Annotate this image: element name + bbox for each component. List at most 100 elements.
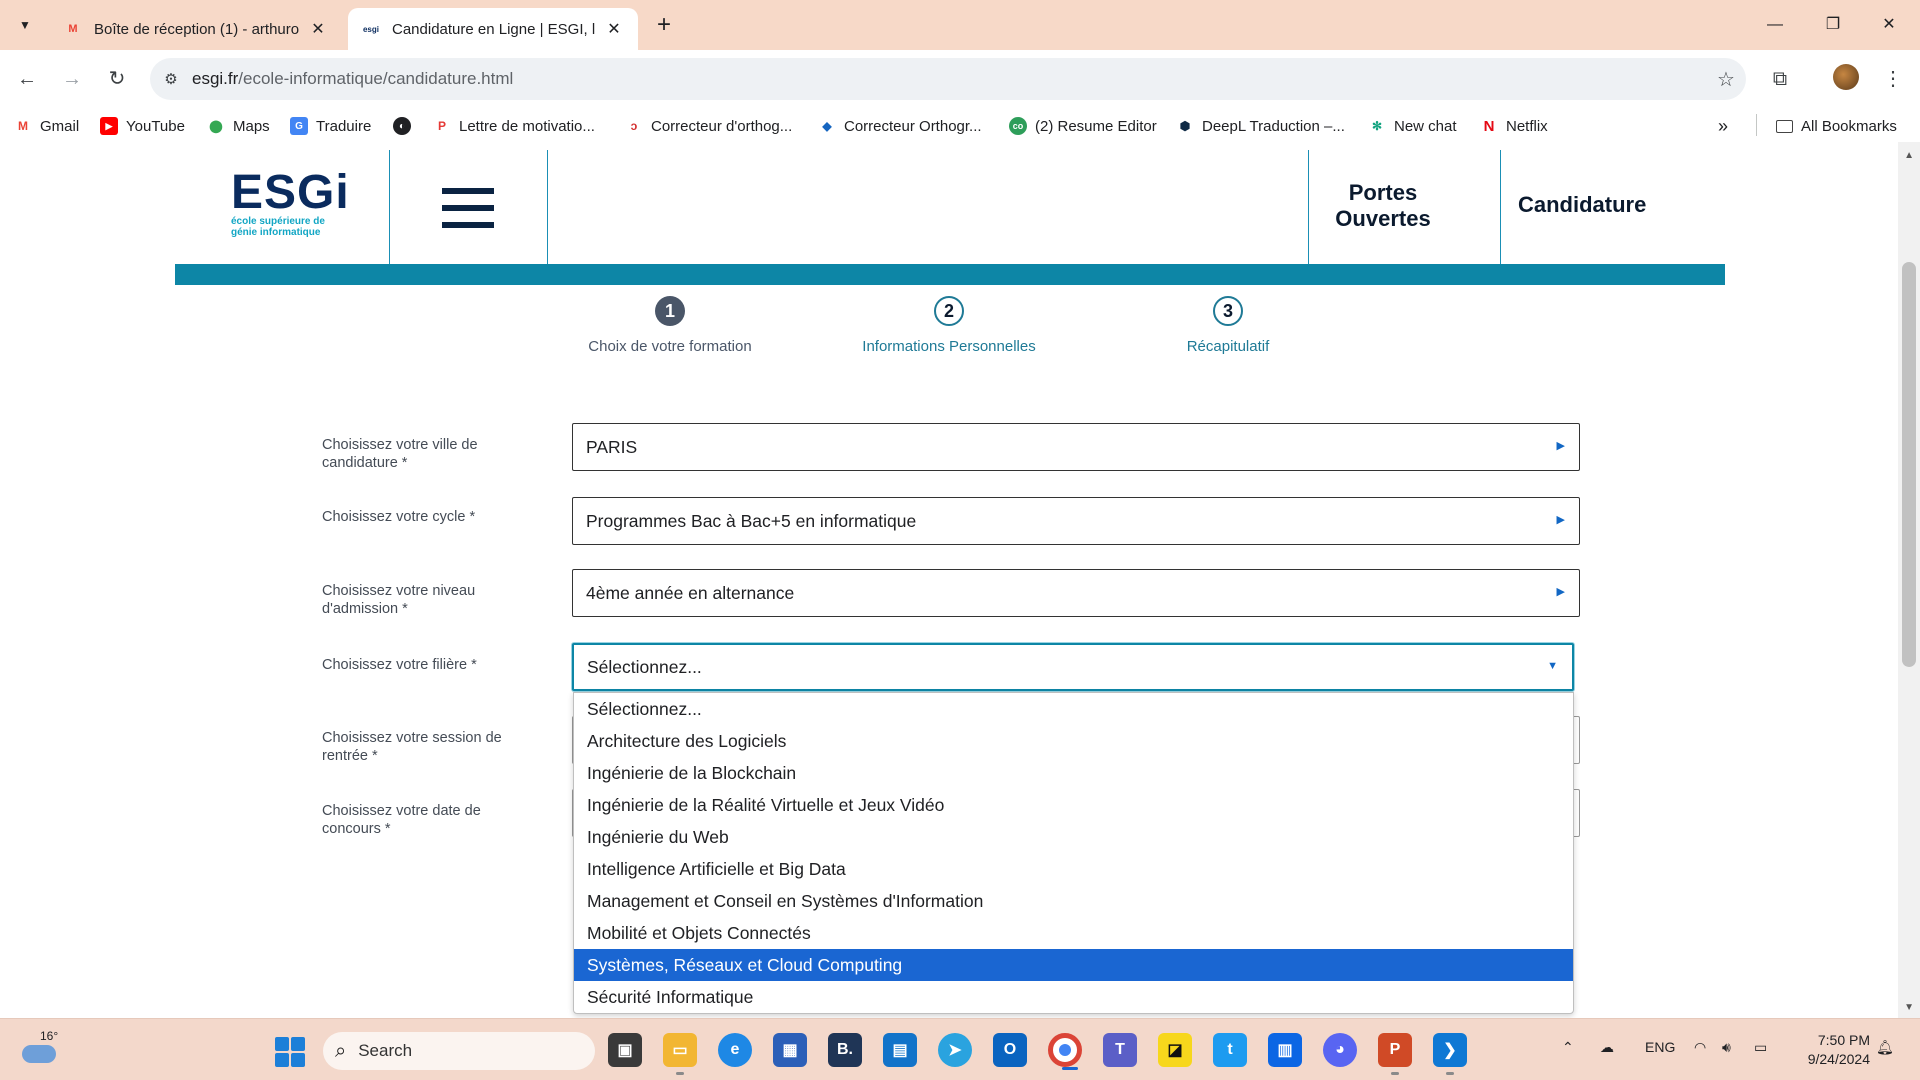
booking-icon[interactable]: B. <box>828 1033 862 1067</box>
search-icon: ⌕ <box>335 1039 347 1062</box>
screen-app-icon[interactable]: ▤ <box>883 1033 917 1067</box>
filiere-option[interactable]: Ingénierie du Web <box>574 821 1573 853</box>
edge-icon[interactable]: e <box>718 1033 752 1067</box>
notification-bell-icon[interactable]: 🔔︎ <box>1876 1039 1894 1056</box>
reload-button[interactable]: ↻ <box>102 64 132 94</box>
address-bar[interactable]: ⚙ esgi.fr/ecole-informatique/candidature… <box>150 58 1746 100</box>
back-button[interactable]: ← <box>12 64 42 94</box>
gmail-icon: M <box>18 119 28 133</box>
taskbar-search[interactable]: ⌕ Search <box>323 1032 595 1070</box>
discord-icon[interactable]: ◕ <box>1323 1033 1357 1067</box>
menu-icon[interactable]: ⋮ <box>1878 64 1908 94</box>
chevron-up-icon[interactable]: ⌃ <box>1562 1039 1574 1056</box>
portes-ouvertes-link[interactable]: Portes Ouvertes <box>1310 180 1456 232</box>
tab-esgi-candidature[interactable]: esgi Candidature en Ligne | ESGI, l'É ✕ <box>348 8 638 50</box>
step-number: 3 <box>1213 296 1243 326</box>
esgi-logo[interactable]: ESGi école supérieure de génie informati… <box>231 169 351 239</box>
bookmark-correcteur-2[interactable]: ◆ Correcteur Orthogr... <box>818 114 981 138</box>
all-bookmarks-button[interactable]: All Bookmarks <box>1776 114 1897 138</box>
chatgpt-icon: ✻ <box>1371 119 1383 133</box>
teams-icon[interactable]: T <box>1103 1033 1137 1067</box>
forward-button[interactable]: → <box>57 64 87 94</box>
header-divider <box>547 150 548 264</box>
bookmark-correcteur-1[interactable]: ↄ Correcteur d'orthog... <box>625 114 793 138</box>
scroll-up-arrow-icon[interactable]: ▲ <box>1904 150 1914 161</box>
file-explorer-icon[interactable]: ▭ <box>663 1033 697 1075</box>
site-settings-icon[interactable]: ⚙ <box>150 70 192 88</box>
filiere-option[interactable]: Mobilité et Objets Connectés <box>574 917 1573 949</box>
bookmark-new-chat[interactable]: ✻ New chat <box>1368 114 1457 138</box>
bookmark-label: All Bookmarks <box>1801 117 1897 135</box>
hamburger-menu-icon[interactable] <box>442 188 494 228</box>
system-clock[interactable]: 7:50 PM 9/24/2024 <box>1790 1031 1870 1069</box>
filiere-select[interactable]: Sélectionnez... ▼ <box>572 643 1574 691</box>
bookmark-resume-editor[interactable]: co (2) Resume Editor <box>1009 114 1157 138</box>
step-2: 2 Informations Personnelles <box>819 296 1079 355</box>
close-window-button[interactable]: ✕ <box>1866 10 1912 40</box>
filiere-option[interactable]: Ingénierie de la Réalité Virtuelle et Je… <box>574 789 1573 821</box>
bookmark-label: DeepL Traduction –... <box>1202 117 1345 135</box>
profile-avatar[interactable] <box>1833 64 1859 90</box>
task-view-icon[interactable]: ▣ <box>608 1033 642 1067</box>
bookmark-deepl[interactable]: ⬢ DeepL Traduction –... <box>1176 114 1345 138</box>
powerpoint-icon[interactable]: P <box>1378 1033 1412 1075</box>
bookmark-gmail[interactable]: M Gmail <box>14 114 79 138</box>
translate-icon: G <box>290 117 308 135</box>
filiere-option[interactable]: Sélectionnez... <box>574 693 1573 725</box>
niveau-select[interactable]: 4ème année en alternance ▶ <box>572 569 1580 617</box>
filiere-option-highlighted[interactable]: Systèmes, Réseaux et Cloud Computing <box>574 949 1573 981</box>
telegram-icon[interactable]: ➤ <box>938 1033 972 1067</box>
caret-right-icon: ▶ <box>1556 514 1565 526</box>
vscode-icon[interactable]: ❯ <box>1433 1033 1467 1075</box>
bookmark-star-icon[interactable]: ☆ <box>1706 67 1746 92</box>
bookmark-maps[interactable]: ⬤ Maps <box>207 114 269 138</box>
url-text[interactable]: esgi.fr/ecole-informatique/candidature.h… <box>192 69 1706 89</box>
bookmark-youtube[interactable]: ▶ YouTube <box>100 114 185 138</box>
weather-widget[interactable]: 16° <box>20 1029 60 1071</box>
twitter-icon[interactable]: t <box>1213 1033 1247 1067</box>
arrow-left-icon: ← <box>17 68 37 90</box>
candidature-link[interactable]: Candidature <box>1518 192 1647 218</box>
bookmark-lettre[interactable]: P Lettre de motivatio... <box>433 114 595 138</box>
filiere-option[interactable]: Ingénierie de la Blockchain <box>574 757 1573 789</box>
bookmark-globe[interactable]: ◐ <box>393 114 419 138</box>
url-domain: esgi.fr <box>192 69 239 88</box>
bookmark-label: YouTube <box>126 117 185 135</box>
sticky-notes-icon[interactable]: ◪ <box>1158 1033 1192 1067</box>
bookmark-traduire[interactable]: G Traduire <box>290 114 371 138</box>
language-indicator[interactable]: ENG <box>1645 1039 1675 1055</box>
battery-icon[interactable]: ▭ <box>1754 1039 1767 1056</box>
restore-button[interactable]: ❐ <box>1810 10 1856 40</box>
new-tab-button[interactable]: + <box>650 12 678 40</box>
scrollbar-thumb[interactable] <box>1902 262 1916 667</box>
outlook-icon[interactable]: O <box>993 1033 1027 1067</box>
ville-select[interactable]: PARIS ▶ <box>572 423 1580 471</box>
trello-icon[interactable]: ▥ <box>1268 1033 1302 1067</box>
progress-steps: 1 Choix de votre formation 2 Information… <box>0 296 1920 366</box>
microsoft-store-icon[interactable]: ▦ <box>773 1033 807 1067</box>
step-label: Informations Personnelles <box>862 338 1036 355</box>
cycle-select[interactable]: Programmes Bac à Bac+5 en informatique ▶ <box>572 497 1580 545</box>
bookmark-netflix[interactable]: N Netflix <box>1480 114 1548 138</box>
minimize-button[interactable]: — <box>1752 10 1798 40</box>
wifi-icon[interactable]: ◠ <box>1694 1039 1706 1056</box>
filiere-option[interactable]: Intelligence Artificielle et Big Data <box>574 853 1573 885</box>
close-icon[interactable]: ✕ <box>308 19 328 39</box>
tab-gmail[interactable]: M Boîte de réception (1) - arthuro ✕ <box>50 8 342 50</box>
filiere-option[interactable]: Management et Conseil en Systèmes d'Info… <box>574 885 1573 917</box>
extensions-icon[interactable]: ⧉ <box>1765 64 1795 94</box>
filiere-option[interactable]: Architecture des Logiciels <box>574 725 1573 757</box>
url-path: /ecole-informatique/candidature.html <box>238 69 514 88</box>
windows-start-icon[interactable] <box>275 1037 305 1067</box>
volume-icon[interactable]: 🔊︎ <box>1722 1039 1731 1056</box>
scroll-down-arrow-icon[interactable]: ▼ <box>1904 1002 1914 1013</box>
globe-icon: ◐ <box>393 117 411 135</box>
filiere-option[interactable]: Sécurité Informatique <box>574 981 1573 1013</box>
close-icon[interactable]: ✕ <box>604 19 624 39</box>
header-blue-bar <box>175 264 1725 285</box>
more-bookmarks-button[interactable]: » <box>1718 114 1728 138</box>
tab-search-button[interactable]: ▼ <box>10 10 40 40</box>
onedrive-cloud-icon[interactable]: ☁ <box>1600 1039 1614 1056</box>
arrow-right-icon: → <box>62 68 82 90</box>
chrome-icon[interactable] <box>1048 1033 1082 1070</box>
